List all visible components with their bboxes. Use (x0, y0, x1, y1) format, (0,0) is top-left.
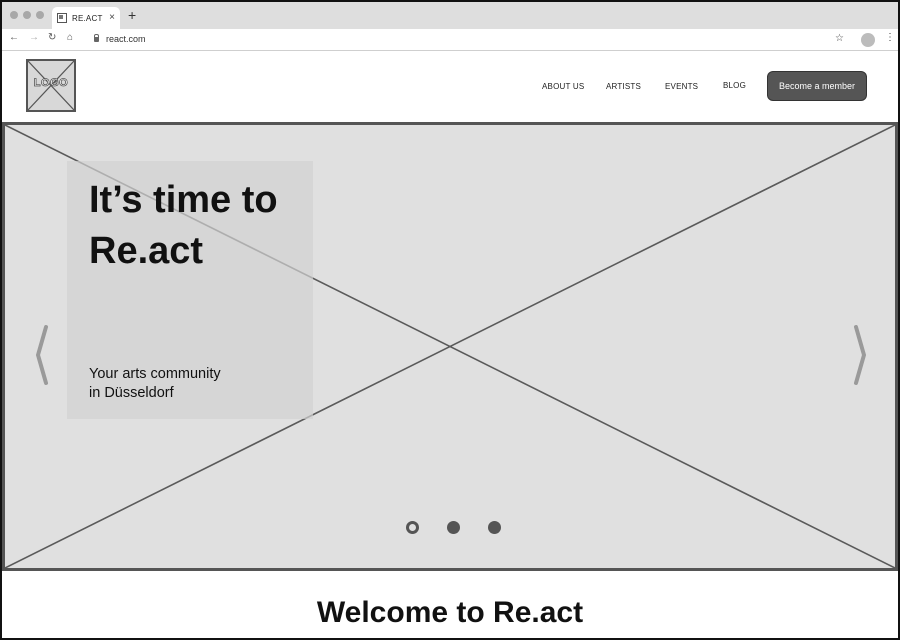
hero-subtitle-line-1: Your arts community (89, 366, 221, 382)
tab-bar: RE.ACT × + (2, 2, 898, 29)
hero-carousel: It’s time to Re.act Your arts community … (2, 122, 898, 571)
profile-icon[interactable] (861, 33, 875, 47)
carousel-dot-3[interactable] (488, 521, 501, 534)
welcome-heading: Welcome to Re.act (316, 596, 584, 629)
hero-subtitle: Your arts community in Düsseldorf (89, 365, 299, 403)
site-header: LOGO ABOUT US ARTISTS EVENTS BLOG Become… (2, 52, 898, 122)
window-controls (10, 11, 44, 19)
logo[interactable]: LOGO (26, 59, 76, 112)
chevron-left-icon[interactable] (34, 325, 50, 385)
star-icon[interactable]: ☆ (835, 33, 844, 44)
close-window-button[interactable] (10, 11, 18, 19)
favicon-icon (57, 13, 67, 23)
minimize-window-button[interactable] (23, 11, 31, 19)
nav-events[interactable]: EVENTS (665, 82, 698, 91)
hero-title: It’s time to Re.act (89, 179, 278, 272)
browser-tab[interactable]: RE.ACT × (52, 7, 120, 29)
plus-icon[interactable]: + (128, 8, 136, 22)
reload-icon[interactable]: ↻ (48, 33, 56, 43)
carousel-dot-2[interactable] (447, 521, 460, 534)
nav-about-us[interactable]: ABOUT US (542, 82, 584, 91)
address-toolbar: ← → ↻ ⌂ react.com ☆ ⋮ (2, 29, 898, 51)
address-bar[interactable]: react.com (106, 34, 146, 44)
logo-text: LOGO (33, 77, 69, 90)
tab-title: RE.ACT (72, 13, 103, 23)
browser-window: RE.ACT × + ← → ↻ ⌂ react.com ☆ ⋮ LOGO AB… (0, 0, 900, 640)
nav-blog[interactable]: BLOG (723, 81, 746, 90)
forward-arrow-icon[interactable]: → (29, 33, 39, 43)
close-icon[interactable]: × (109, 13, 115, 23)
become-member-button[interactable]: Become a member (768, 72, 866, 100)
back-arrow-icon[interactable]: ← (9, 33, 19, 43)
chevron-right-icon[interactable] (852, 325, 868, 385)
home-icon[interactable]: ⌂ (67, 33, 73, 43)
lock-icon (94, 34, 99, 42)
carousel-indicators (406, 521, 501, 534)
hero-subtitle-line-2: in Düsseldorf (89, 385, 174, 401)
maximize-window-button[interactable] (36, 11, 44, 19)
carousel-dot-1[interactable] (406, 521, 419, 534)
kebab-menu-icon[interactable]: ⋮ (885, 33, 895, 43)
nav-artists[interactable]: ARTISTS (606, 82, 641, 91)
